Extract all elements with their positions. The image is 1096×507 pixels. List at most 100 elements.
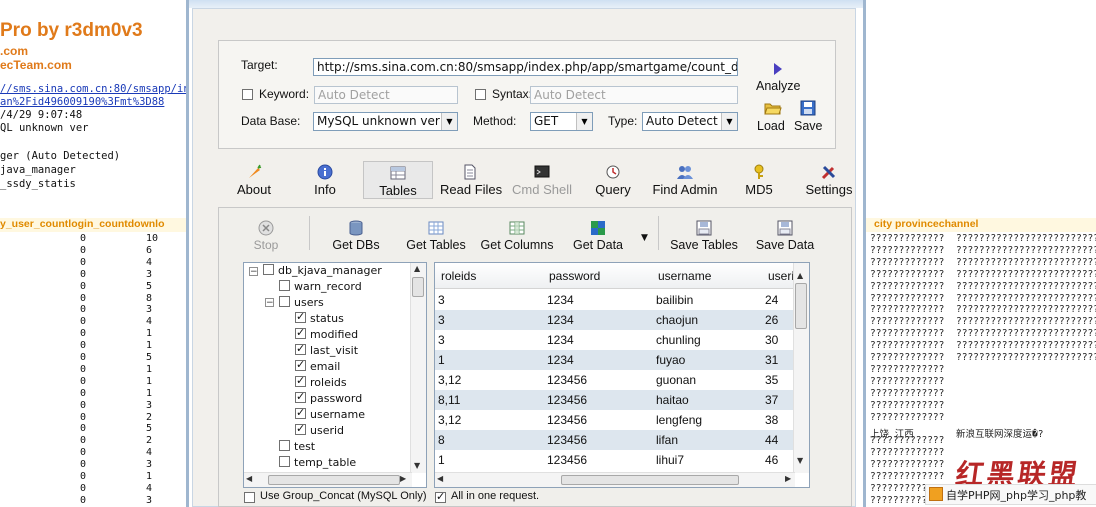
type-select[interactable]: Auto Detect ▼	[642, 112, 738, 131]
tree-node-checkbox[interactable]	[295, 422, 306, 435]
scroll-left-icon[interactable]: ◀	[246, 474, 252, 483]
keyword-checkbox[interactable]	[242, 89, 253, 100]
chevron-down-icon[interactable]: ▼	[576, 113, 592, 130]
table-row[interactable]: 1 123456 lihui7 46	[435, 450, 795, 470]
grid-horizontal-scrollbar[interactable]: ◀ ▶	[435, 472, 795, 487]
folder-open-icon[interactable]	[764, 100, 782, 119]
tab-settings[interactable]: Settings	[804, 164, 854, 197]
grid-col-userid[interactable]: useri	[768, 269, 794, 283]
save-disk-icon[interactable]	[800, 100, 816, 119]
get-dbs-button[interactable]: Get DBs	[331, 220, 381, 252]
table-row[interactable]: 3 1234 bailibin 24	[435, 290, 795, 310]
tree-db-node[interactable]: db_kjava_manager	[263, 264, 382, 277]
get-data-dropdown-icon[interactable]: ▼	[641, 233, 648, 243]
tree-node-last-visit[interactable]: last_visit	[295, 342, 358, 357]
grid-hscroll-thumb[interactable]	[561, 475, 739, 485]
save-data-button[interactable]: Save Data	[754, 220, 816, 252]
tree-node-warn-record[interactable]: warn_record	[279, 280, 362, 293]
tab-read-files[interactable]: Read Files	[440, 164, 502, 197]
tree-node-checkbox[interactable]	[279, 296, 290, 307]
tree-node-username[interactable]: username	[295, 406, 365, 421]
tab-about[interactable]: About	[232, 164, 276, 197]
tree-collapse-icon[interactable]: −	[249, 267, 258, 277]
tree-node-checkbox[interactable]	[295, 406, 306, 419]
table-row[interactable]: 3 1234 chunling 30	[435, 330, 795, 350]
grid-col-roleids[interactable]: roleids	[441, 269, 476, 283]
database-tree[interactable]: − db_kjava_manager warn_recordusers statu…	[243, 262, 427, 488]
tree-hscroll-thumb[interactable]	[268, 475, 400, 485]
keyword-input[interactable]: Auto Detect	[314, 86, 458, 104]
tree-vertical-scrollbar[interactable]: ▲ ▼	[410, 263, 426, 473]
tree-node-password[interactable]: password	[295, 390, 362, 405]
table-row[interactable]: 3 1234 chaojun 26	[435, 310, 795, 330]
tree-node-status[interactable]: status	[295, 310, 344, 325]
database-select[interactable]: MySQL unknown ver ▼	[313, 112, 458, 131]
analyze-button[interactable]: Analyze	[756, 79, 800, 93]
tab-tables[interactable]: Tables	[363, 161, 433, 199]
get-tables-button[interactable]: Get Tables	[404, 220, 468, 252]
save-button[interactable]: Save	[794, 119, 823, 133]
tree-node-checkbox[interactable]	[295, 342, 306, 355]
get-columns-button[interactable]: Get Columns	[479, 220, 555, 252]
tree-node-modified[interactable]: modified	[295, 326, 358, 341]
scroll-up-icon[interactable]: ▲	[797, 271, 803, 280]
tree-node-email[interactable]: email	[295, 358, 340, 373]
scroll-up-icon[interactable]: ▲	[414, 264, 420, 273]
tree-node-checkbox[interactable]	[295, 390, 306, 403]
report-target-link[interactable]: //sms.sina.com.cn:80/smsapp/in	[0, 83, 190, 95]
target-url-input[interactable]: http://sms.sina.com.cn:80/smsapp/index.p…	[313, 58, 738, 76]
load-button[interactable]: Load	[757, 119, 785, 133]
report-target-link-2[interactable]: an%2Fid496009190%3Fmt%3D88	[0, 96, 164, 108]
grid-scroll-thumb[interactable]	[795, 283, 807, 329]
all-in-one-checkbox[interactable]	[435, 490, 446, 503]
tree-node-test[interactable]: test	[279, 440, 315, 453]
data-grid[interactable]: roleids password username useri 3 1234 bai…	[434, 262, 810, 488]
tree-node-checkbox[interactable]	[295, 326, 306, 339]
chevron-down-icon[interactable]: ▼	[721, 113, 737, 130]
grid-col-username[interactable]: username	[658, 269, 711, 283]
grid-vertical-scrollbar[interactable]: ▲ ▼	[793, 263, 809, 473]
method-select[interactable]: GET ▼	[530, 112, 593, 131]
tab-cmd-shell[interactable]: Cmd Shell	[511, 164, 573, 197]
syntax-checkbox[interactable]	[475, 89, 486, 100]
tree-node-roleids[interactable]: roleids	[295, 374, 347, 389]
group-concat-checkbox[interactable]	[244, 492, 255, 503]
table-row[interactable]: 8,11 123456 haitao 37	[435, 390, 795, 410]
tab-query[interactable]: Query	[594, 164, 632, 197]
table-row[interactable]: 3,12 123456 guonan 35	[435, 370, 795, 390]
tree-db-checkbox[interactable]	[263, 264, 274, 275]
table-row[interactable]: 3,12 123456 lengfeng 38	[435, 410, 795, 430]
stop-button[interactable]: Stop	[249, 220, 283, 252]
scroll-down-icon[interactable]: ▼	[414, 461, 420, 470]
syntax-input[interactable]: Auto Detect	[530, 86, 738, 104]
scroll-right-icon[interactable]: ▶	[400, 474, 406, 483]
scroll-down-icon[interactable]: ▼	[797, 456, 803, 465]
tree-node-checkbox[interactable]	[295, 358, 306, 371]
get-data-button[interactable]: Get Data	[571, 220, 625, 252]
report-channel-cell: ???????????????????????????	[956, 256, 1096, 268]
tree-node-checkbox[interactable]	[279, 440, 290, 451]
tab-find-admin[interactable]: Find Admin	[651, 164, 719, 197]
tree-node-checkbox[interactable]	[279, 280, 290, 291]
save-tables-button[interactable]: Save Tables	[668, 220, 740, 252]
tree-node-checkbox[interactable]	[295, 310, 306, 323]
tab-info[interactable]: Info	[309, 164, 341, 197]
chevron-down-icon[interactable]: ▼	[441, 113, 457, 130]
tab-md5[interactable]: MD5	[741, 164, 777, 197]
tree-node-users[interactable]: users	[279, 296, 324, 309]
tree-node-checkbox[interactable]	[295, 374, 306, 387]
tree-node-temp-table[interactable]: temp_table	[279, 456, 356, 469]
report-count-cell: 0	[80, 316, 87, 328]
window-titlebar[interactable]	[189, 0, 863, 8]
tree-node-checkbox[interactable]	[279, 456, 290, 467]
scroll-right-icon[interactable]: ▶	[785, 474, 791, 483]
tree-horizontal-scrollbar[interactable]: ◀ ▶	[244, 472, 412, 487]
scroll-left-icon[interactable]: ◀	[437, 474, 443, 483]
grid-col-password[interactable]: password	[549, 269, 600, 283]
tree-collapse-icon[interactable]: −	[265, 298, 274, 308]
table-row[interactable]: 8 123456 lifan 44	[435, 430, 795, 450]
tree-node-userid[interactable]: userid	[295, 422, 344, 437]
table-row[interactable]: 1 1234 fuyao 31	[435, 350, 795, 370]
tree-scroll-thumb[interactable]	[412, 277, 424, 297]
analyze-play-icon[interactable]	[773, 62, 783, 79]
